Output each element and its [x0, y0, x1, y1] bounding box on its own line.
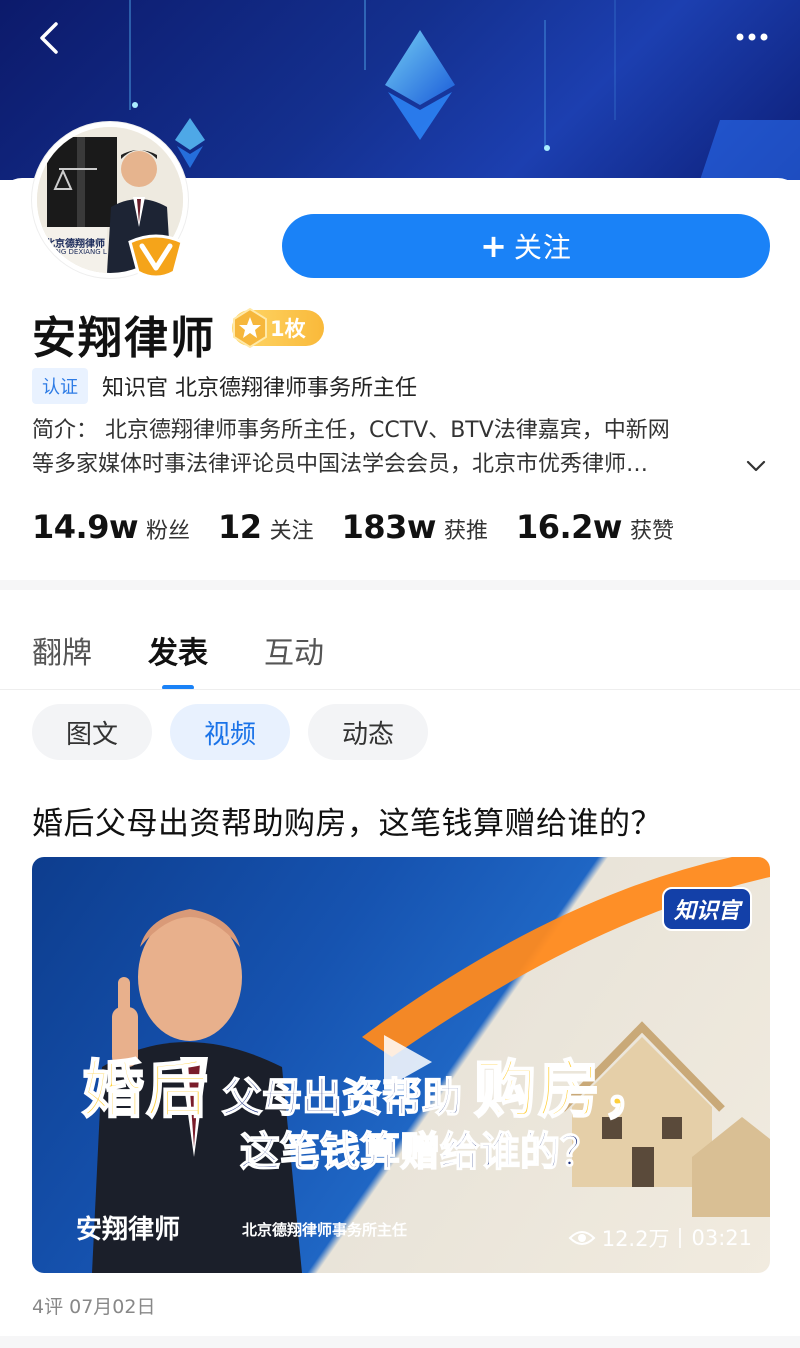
stat-label: 获赞 [629, 519, 674, 544]
medal-badge[interactable]: 1枚 [232, 307, 324, 349]
filter-chips: 图文 视频 动态 [32, 704, 446, 760]
meta-separator [679, 1228, 682, 1248]
video-views: 12.2万 [601, 1227, 670, 1251]
post-meta: 4评 07月02日 [32, 1296, 156, 1318]
plus-icon: + [480, 227, 508, 265]
chip-image-text[interactable]: 图文 [32, 704, 153, 760]
video-logo: 知识官 [661, 887, 752, 931]
video-speaker-subtitle: 北京德翔律师事务所主任 [242, 1221, 408, 1239]
stat-label: 获推 [443, 519, 488, 544]
stat-number: 12 [218, 508, 262, 546]
bottom-divider [0, 1336, 800, 1348]
stat-recommended[interactable]: 183w 获推 [342, 508, 488, 546]
medal-star-icon [233, 307, 267, 349]
cert-tag: 认证 [32, 368, 88, 404]
intro-line-1: 简介： 北京德翔律师事务所主任，CCTV、BTV法律嘉宾，中新网 [32, 418, 670, 443]
video-meta: 12.2万 03:21 [568, 1223, 752, 1253]
eye-icon [568, 1231, 596, 1245]
section-divider [0, 580, 800, 590]
chip-moments[interactable]: 动态 [308, 704, 429, 760]
stat-likes[interactable]: 16.2w 获赞 [516, 508, 674, 546]
stat-following[interactable]: 12 关注 [218, 508, 314, 546]
stat-label: 关注 [269, 519, 314, 544]
tab-posts[interactable]: 发表 [148, 628, 208, 672]
tab-flip[interactable]: 翻牌 [32, 628, 92, 672]
post-title[interactable]: 婚后父母出资帮助购房，这笔钱算赠给谁的？ [32, 798, 662, 843]
video-caption-line-2: 这笔钱算赠给谁的？ [239, 1128, 601, 1176]
medal-count: 1枚 [270, 317, 306, 341]
video-speaker-name: 安翔律师 [76, 1215, 181, 1245]
follow-button[interactable]: + 关注 [282, 214, 770, 278]
stat-number: 16.2w [515, 508, 623, 546]
more-button[interactable] [730, 22, 774, 52]
content-tabs: 翻牌 发表 互动 [32, 628, 380, 672]
cert-text: 知识官 北京德翔律师事务所主任 [102, 376, 417, 401]
intro-line-2: 等多家媒体时事法律评论员中国法学会会员，北京市优秀律师… [32, 452, 649, 477]
video-duration: 03:21 [691, 1226, 752, 1250]
profile-intro[interactable]: 简介： 北京德翔律师事务所主任，CCTV、BTV法律嘉宾，中新网 等多家媒体时事… [32, 414, 772, 482]
caption-big-2: 购房， [473, 1052, 667, 1127]
play-icon[interactable] [370, 1027, 440, 1097]
back-button[interactable] [30, 18, 70, 58]
verified-v-badge-icon [128, 234, 184, 279]
stat-fans[interactable]: 14.9w 粉丝 [32, 508, 190, 546]
certification-row: 认证 知识官 北京德翔律师事务所主任 [32, 368, 417, 404]
tab-interaction[interactable]: 互动 [264, 628, 324, 672]
stat-number: 14.9w [32, 508, 139, 546]
stat-label: 粉丝 [146, 519, 191, 544]
chevron-left-icon [40, 22, 58, 54]
tabs-underline [0, 689, 800, 690]
chip-video[interactable]: 视频 [170, 704, 291, 760]
stat-number: 183w [341, 508, 437, 546]
chevron-down-icon[interactable] [744, 454, 768, 478]
caption-big-1: 婚后 [81, 1052, 211, 1127]
avatar-logo-sub: EIJING DEXIANG L [45, 248, 107, 256]
video-cover[interactable]: 知识官 婚后 父母出资帮助 购房， 这笔钱算赠给谁的？ 安翔律师 北京德翔律师事… [32, 857, 770, 1273]
more-dots-icon [736, 33, 768, 41]
follow-label: 关注 [513, 231, 572, 264]
profile-name: 安翔律师 [32, 313, 216, 364]
profile-stats: 14.9w 粉丝 12 关注 183w 获推 16.2w 获赞 [32, 508, 702, 546]
